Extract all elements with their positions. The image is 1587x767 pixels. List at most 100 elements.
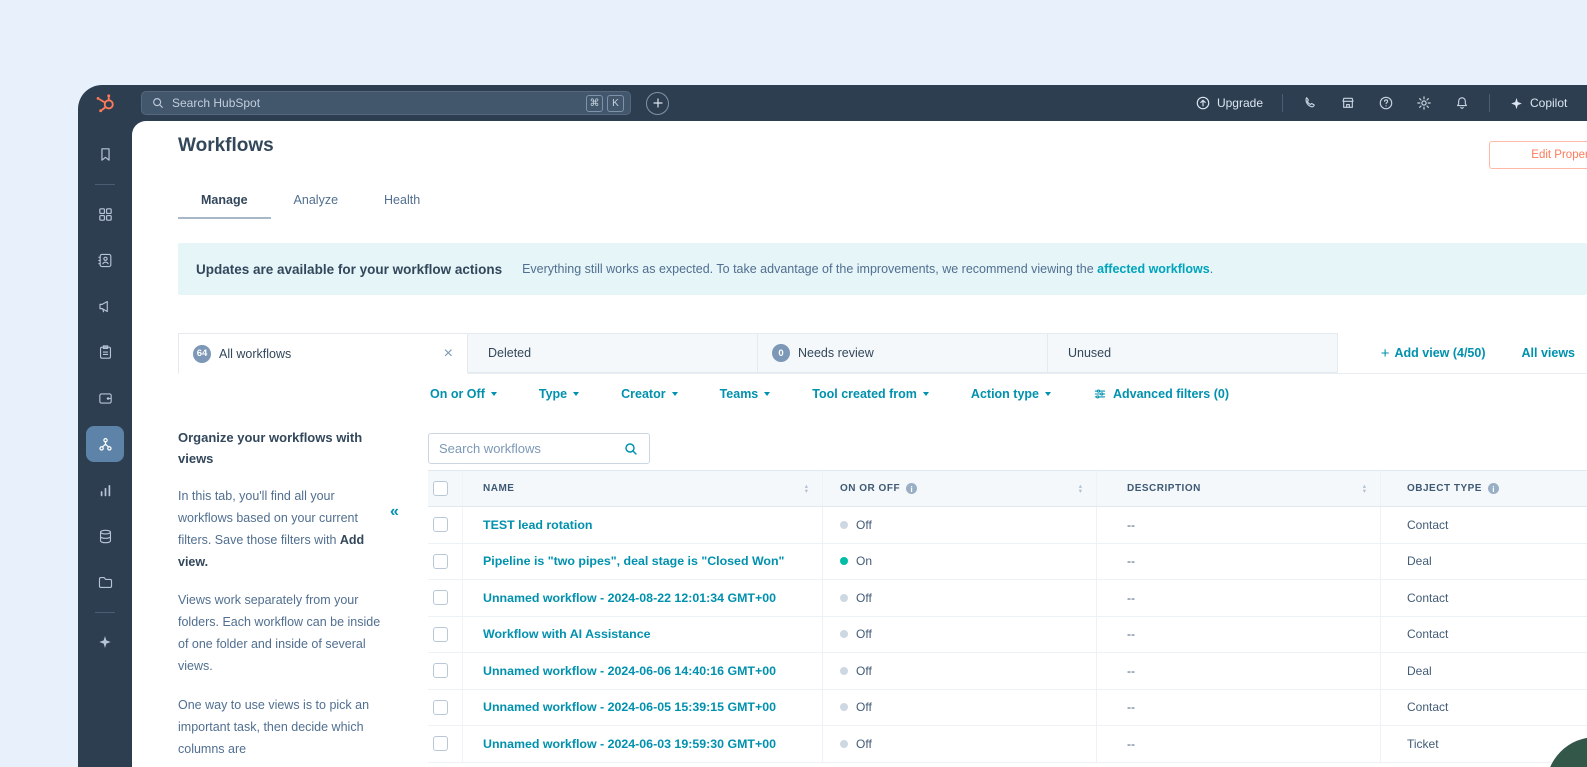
bell-icon — [1454, 95, 1470, 111]
create-button[interactable] — [646, 91, 669, 115]
sidebar-item-marketing[interactable] — [78, 283, 132, 329]
filter-type[interactable]: Type — [539, 387, 580, 401]
affected-workflows-link[interactable]: affected workflows — [1097, 262, 1210, 276]
filter-teams[interactable]: Teams — [720, 387, 771, 401]
close-icon[interactable]: × — [444, 345, 453, 362]
table-row: Unnamed workflow - 2024-08-22 12:01:34 G… — [428, 580, 1587, 617]
object-type-value: Contact — [1407, 700, 1449, 715]
view-tab-unused[interactable]: Unused — [1048, 333, 1338, 373]
calling-button[interactable] — [1291, 95, 1329, 111]
filter-tool-created-from[interactable]: Tool created from — [812, 387, 929, 401]
sidebar-item-files[interactable] — [78, 559, 132, 605]
select-all-cell — [428, 471, 462, 506]
filter-action-type[interactable]: Action type — [971, 387, 1051, 401]
view-tab-deleted[interactable]: Deleted — [468, 333, 758, 373]
row-select-cell — [428, 507, 462, 543]
all-views-link[interactable]: All views — [1522, 346, 1576, 360]
copilot-label: Copilot — [1530, 96, 1568, 110]
workflow-name-link[interactable]: TEST lead rotation — [483, 518, 592, 532]
copilot-button[interactable]: Copilot — [1498, 96, 1587, 111]
tab-manage[interactable]: Manage — [178, 183, 271, 219]
panel-paragraph-text: In this tab, you'll find all your workfl… — [178, 488, 358, 547]
row-checkbox[interactable] — [433, 590, 448, 606]
view-tab-needs-review[interactable]: 0 Needs review — [758, 333, 1048, 373]
column-header-name[interactable]: NAME ▴ ▾ — [462, 471, 822, 506]
row-checkbox[interactable] — [433, 663, 448, 679]
sidebar-item-workspaces[interactable] — [78, 191, 132, 237]
marketplace-button[interactable] — [1329, 95, 1367, 111]
select-all-checkbox[interactable] — [433, 481, 448, 496]
sidebar-item-automations[interactable] — [78, 421, 132, 467]
column-header-object-type[interactable]: OBJECT TYPE i — [1380, 471, 1587, 506]
top-navigation-bar: ⌘ K Upgrade — [78, 85, 1587, 121]
notifications-button[interactable] — [1443, 95, 1481, 111]
gear-icon — [1416, 95, 1432, 111]
status-off-dot — [840, 520, 848, 529]
collapse-panel-icon[interactable]: « — [390, 503, 399, 521]
column-header-on-or-off[interactable]: ON OR OFF i ▴ ▾ — [822, 471, 1096, 506]
workflow-icon — [98, 437, 112, 451]
status-on-dot — [840, 557, 848, 566]
status-off-dot — [840, 593, 848, 602]
workflow-name-link[interactable]: Unnamed workflow - 2024-06-06 14:40:16 G… — [483, 664, 776, 678]
object-type-cell: Contact — [1380, 616, 1587, 652]
sort-icon[interactable]: ▴ ▾ — [1363, 483, 1366, 495]
phone-icon — [1302, 95, 1318, 111]
upgrade-button[interactable]: Upgrade — [1184, 95, 1274, 111]
sidebar-item-bookmarks[interactable] — [78, 131, 132, 177]
sidebar-item-commerce[interactable] — [78, 375, 132, 421]
sidebar-item-reporting[interactable] — [78, 467, 132, 513]
workflow-name-link[interactable]: Unnamed workflow - 2024-06-05 15:39:15 G… — [483, 700, 776, 714]
row-checkbox[interactable] — [433, 517, 448, 533]
workflow-search-box[interactable] — [428, 433, 650, 464]
workflow-name-link[interactable]: Unnamed workflow - 2024-06-03 19:59:30 G… — [483, 737, 776, 751]
workflow-name-link[interactable]: Workflow with AI Assistance — [483, 627, 651, 641]
info-icon[interactable]: i — [906, 483, 918, 494]
view-tab-label: All workflows — [219, 346, 292, 361]
chevron-down-icon — [1044, 392, 1051, 396]
row-checkbox[interactable] — [433, 736, 448, 752]
sidebar-item-crm[interactable] — [78, 237, 132, 283]
info-icon[interactable]: i — [1487, 483, 1499, 494]
left-navigation-sidebar — [78, 121, 132, 767]
settings-button[interactable] — [1405, 95, 1443, 111]
wallet-icon — [98, 392, 112, 404]
workflow-name-cell: Unnamed workflow - 2024-06-03 19:59:30 G… — [462, 726, 822, 762]
status-label: Off — [856, 590, 872, 605]
row-checkbox[interactable] — [433, 626, 448, 642]
table-header-row: NAME ▴ ▾ ON OR OFF i ▴ ▾ DESCRIPTION ▴ ▾ OB… — [428, 470, 1587, 507]
status-label: Off — [856, 663, 872, 678]
edit-properties-button[interactable]: Edit Properties — [1489, 141, 1587, 169]
row-select-cell — [428, 653, 462, 689]
filter-on-or-off[interactable]: On or Off — [430, 387, 497, 401]
view-tab-label: Needs review — [798, 346, 874, 360]
main-content: Workflows Edit Properties Manage Analyze… — [132, 121, 1587, 767]
view-tab-all-workflows[interactable]: 64 All workflows × — [178, 333, 468, 374]
view-tabs-bar: 64 All workflows × Deleted 0 Needs revie… — [178, 333, 1587, 374]
row-checkbox[interactable] — [433, 553, 448, 569]
add-view-button[interactable]: + Add view (4/50) — [1381, 345, 1486, 362]
sort-icon[interactable]: ▴ ▾ — [1079, 483, 1082, 495]
sort-icon[interactable]: ▴ ▾ — [805, 483, 808, 495]
sparkle-icon — [99, 636, 111, 648]
hubspot-logo-icon[interactable] — [95, 92, 121, 114]
tab-health[interactable]: Health — [361, 183, 443, 219]
workflow-search-input[interactable] — [439, 441, 623, 456]
banner-title: Updates are available for your workflow … — [196, 261, 503, 277]
sidebar-item-copilot[interactable] — [78, 619, 132, 665]
sidebar-item-content[interactable] — [78, 329, 132, 375]
advanced-filters-button[interactable]: Advanced filters (0) — [1093, 387, 1229, 401]
sidebar-item-data[interactable] — [78, 513, 132, 559]
search-input[interactable] — [172, 96, 582, 110]
workflow-name-link[interactable]: Unnamed workflow - 2024-08-22 12:01:34 G… — [483, 591, 776, 605]
row-checkbox[interactable] — [433, 699, 448, 715]
help-button[interactable] — [1367, 95, 1405, 111]
column-header-description[interactable]: DESCRIPTION ▴ ▾ — [1096, 471, 1380, 506]
filter-creator[interactable]: Creator — [621, 387, 678, 401]
description-cell: -- — [1096, 616, 1380, 652]
workflow-name-link[interactable]: Pipeline is "two pipes", deal stage is "… — [483, 554, 784, 568]
global-search[interactable]: ⌘ K — [141, 91, 631, 115]
status-label: Off — [856, 517, 872, 532]
tab-analyze[interactable]: Analyze — [271, 183, 361, 219]
object-type-value: Contact — [1407, 627, 1449, 642]
